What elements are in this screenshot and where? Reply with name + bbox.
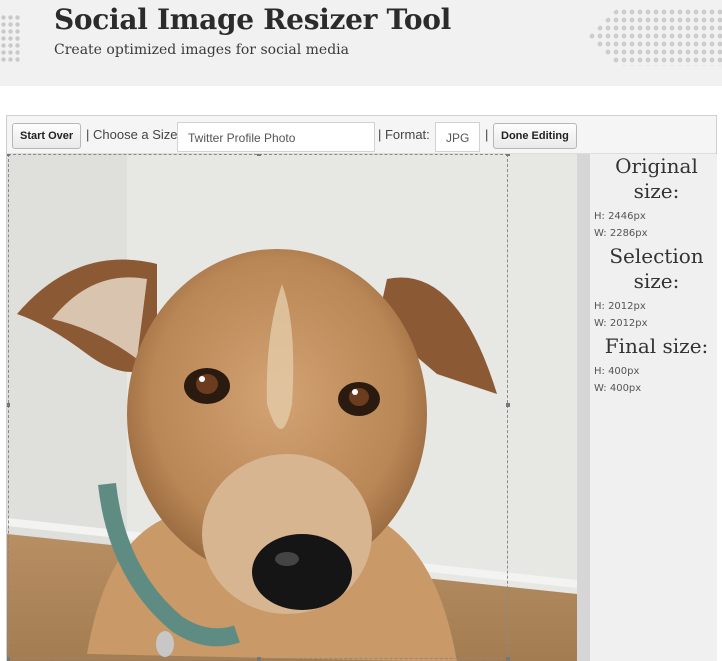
selection-size-heading-line1: Selection — [609, 244, 704, 268]
original-width: W: 2286px — [594, 228, 648, 239]
size-select[interactable]: Twitter Profile Photo — [177, 122, 375, 152]
size-info-panel: Original size: H: 2446px W: 2286px Selec… — [590, 154, 717, 661]
crop-selection[interactable] — [7, 154, 510, 661]
final-width: W: 400px — [594, 383, 642, 394]
original-size-heading: Original size: — [590, 154, 717, 204]
done-editing-button[interactable]: Done Editing — [493, 123, 577, 149]
crop-handle[interactable] — [506, 657, 510, 661]
original-size-heading-line1: Original — [615, 154, 698, 178]
crop-handle[interactable] — [506, 403, 510, 407]
final-size-heading: Final size: — [604, 334, 709, 358]
crop-handle[interactable] — [257, 657, 261, 661]
final-height: H: 400px — [594, 366, 640, 377]
crop-handle[interactable] — [257, 154, 261, 156]
selection-size-heading: Selection size: — [590, 244, 717, 294]
selection-size-heading-line2: size: — [633, 269, 680, 293]
format-label: | Format: — [378, 127, 430, 142]
original-size-heading-line2: size: — [633, 179, 680, 203]
site-subtitle: Create optimized images for social media — [54, 42, 350, 58]
format-select[interactable]: JPG — [435, 122, 480, 152]
start-over-button[interactable]: Start Over — [12, 123, 82, 149]
choose-size-label: | Choose a Size: — [86, 127, 182, 142]
decorative-dots-left — [0, 14, 20, 64]
site-header: Social Image Resizer Tool Create optimiz… — [0, 0, 722, 86]
image-editor: Start Over | Choose a Size: Twitter Prof… — [6, 115, 717, 661]
site-title: Social Image Resizer Tool — [54, 3, 451, 36]
vertical-scrollbar[interactable] — [577, 154, 590, 661]
crop-handle[interactable] — [506, 154, 510, 156]
crop-handle[interactable] — [7, 657, 10, 661]
toolbar-separator: | — [485, 127, 489, 142]
selection-height: H: 2012px — [594, 301, 646, 312]
crop-handle[interactable] — [7, 403, 10, 407]
crop-handle[interactable] — [7, 154, 10, 156]
editor-toolbar: Start Over | Choose a Size: Twitter Prof… — [7, 116, 716, 154]
decorative-arrow-dots — [588, 8, 722, 66]
selection-width: W: 2012px — [594, 318, 648, 329]
original-height: H: 2446px — [594, 211, 646, 222]
image-canvas[interactable] — [7, 154, 577, 661]
